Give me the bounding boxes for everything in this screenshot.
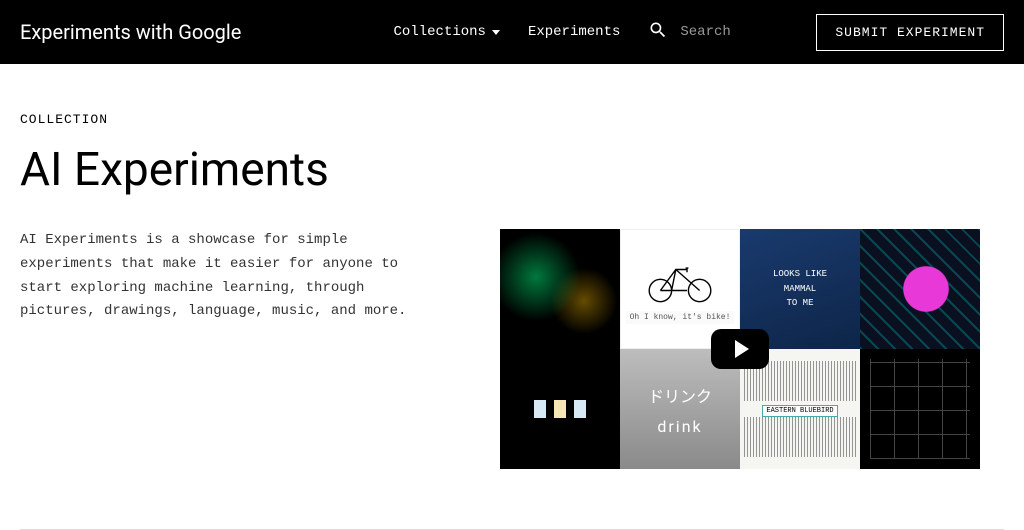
nav-experiments[interactable]: Experiments <box>528 24 620 40</box>
drink-english: drink <box>657 417 702 436</box>
phone-text-line3: TO ME <box>786 296 813 310</box>
video-tile-blocks <box>500 349 620 469</box>
drink-japanese: ドリンク <box>648 383 712 407</box>
bird-label: EASTERN BLUEBIRD <box>762 405 837 417</box>
collection-eyebrow: COLLECTION <box>20 112 1004 127</box>
block-icon <box>574 400 586 418</box>
search-container <box>648 20 770 45</box>
play-button[interactable] <box>711 329 769 369</box>
block-icon <box>534 400 546 418</box>
phone-text-line2: MAMMAL <box>784 282 816 296</box>
chevron-down-icon <box>492 30 500 35</box>
video-tile-pink-blob <box>860 229 980 349</box>
waveform-icon <box>744 417 856 457</box>
nav-collections[interactable]: Collections <box>394 24 500 40</box>
main-content: COLLECTION AI Experiments AI Experiments… <box>0 64 1024 489</box>
search-input[interactable] <box>680 24 770 40</box>
block-icon <box>554 400 566 418</box>
play-icon <box>735 340 749 358</box>
site-header: Experiments with Google Collections Expe… <box>0 0 1024 64</box>
submit-experiment-button[interactable]: SUBMIT EXPERIMENT <box>816 14 1004 51</box>
video-tile-grid <box>860 349 980 469</box>
site-logo[interactable]: Experiments with Google <box>20 20 241 44</box>
bike-icon <box>645 255 715 305</box>
page-title: AI Experiments <box>20 143 1004 197</box>
video-tile-particles <box>500 229 620 349</box>
primary-nav: Collections Experiments SUBMIT EXPERIMEN… <box>394 14 1004 51</box>
search-icon[interactable] <box>648 20 668 45</box>
page-description: AI Experiments is a showcase for simple … <box>20 229 440 324</box>
nav-experiments-label: Experiments <box>528 24 620 40</box>
bike-caption: Oh I know, it's bike! <box>626 311 735 324</box>
video-thumbnail-grid[interactable]: Oh I know, it's bike! LOOKS LIKE MAMMAL … <box>500 229 980 469</box>
phone-text-line1: LOOKS LIKE <box>773 267 827 281</box>
nav-collections-label: Collections <box>394 24 486 40</box>
